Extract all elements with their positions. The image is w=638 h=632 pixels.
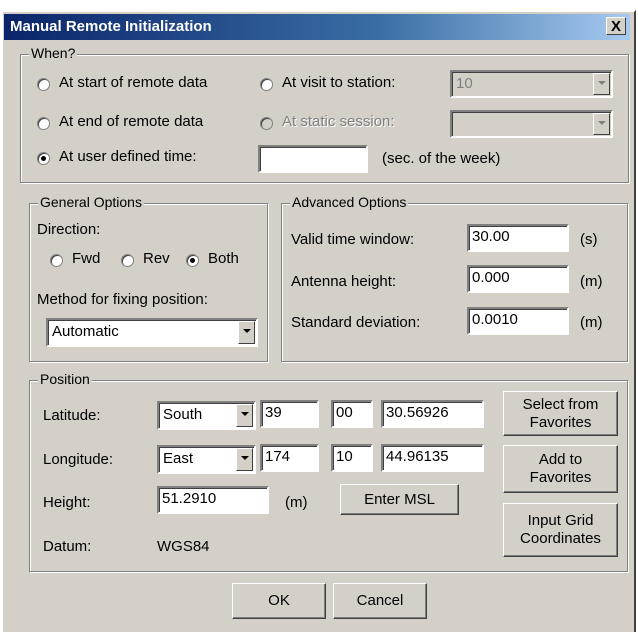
chevron-down-icon[interactable] <box>236 404 253 427</box>
advanced-options-legend: Advanced Options <box>290 194 409 210</box>
datum-value: WGS84 <box>157 538 210 555</box>
chevron-down-icon[interactable] <box>593 73 610 95</box>
valid-window-unit: (s) <box>580 231 598 248</box>
radio-end-remote-label: At end of remote data <box>59 113 204 130</box>
latitude-minutes-input[interactable]: 00 <box>331 400 373 428</box>
stddev-label: Standard deviation: <box>291 314 421 331</box>
chevron-down-icon[interactable] <box>238 321 255 344</box>
method-label: Method for fixing position: <box>37 291 208 308</box>
ok-button[interactable]: OK <box>232 583 326 619</box>
radio-static-session-label: At static session: <box>282 113 395 130</box>
when-legend: When? <box>29 45 78 61</box>
radio-both-label: Both <box>208 250 239 267</box>
latitude-degrees-input[interactable]: 39 <box>260 400 319 428</box>
input-grid-line2: Coordinates <box>520 530 601 547</box>
radio-user-time-label: At user defined time: <box>59 148 197 165</box>
radio-visit-station-label: At visit to station: <box>282 74 396 91</box>
longitude-minutes-input[interactable]: 10 <box>331 444 373 472</box>
longitude-hemisphere-value: East <box>163 450 194 467</box>
input-grid-line1: Input Grid <box>527 512 594 529</box>
latitude-seconds-input[interactable]: 30.56926 <box>381 400 484 428</box>
position-legend: Position <box>38 371 92 387</box>
title-bar[interactable]: Manual Remote Initialization X <box>4 14 630 40</box>
height-unit: (m) <box>285 494 308 511</box>
radio-rev-label: Rev <box>143 250 170 267</box>
longitude-hemisphere-select[interactable]: East <box>157 445 256 474</box>
enter-msl-button[interactable]: Enter MSL <box>340 484 459 515</box>
radio-start-remote-label: At start of remote data <box>59 74 208 91</box>
radio-fwd[interactable] <box>50 254 63 267</box>
method-value: Automatic <box>52 323 119 340</box>
window-title: Manual Remote Initialization <box>10 18 212 35</box>
chevron-down-icon[interactable] <box>593 113 610 135</box>
user-time-input[interactable] <box>258 145 368 173</box>
radio-both[interactable] <box>186 254 199 267</box>
add-to-favorites-button[interactable]: Add to Favorites <box>503 445 618 493</box>
valid-window-label: Valid time window: <box>291 231 415 248</box>
latitude-label: Latitude: <box>43 407 101 424</box>
general-options-legend: General Options <box>38 194 144 210</box>
cancel-button[interactable]: Cancel <box>333 583 427 619</box>
radio-static-session[interactable] <box>260 117 273 130</box>
close-button[interactable]: X <box>606 17 626 35</box>
chevron-down-icon[interactable] <box>236 448 253 471</box>
add-favorites-line2: Favorites <box>529 469 592 486</box>
height-label: Height: <box>43 494 91 511</box>
select-favorites-line1: Select from <box>522 395 599 413</box>
stddev-unit: (m) <box>580 314 603 331</box>
radio-start-remote[interactable] <box>37 78 50 91</box>
antenna-height-input[interactable]: 0.000 <box>467 265 569 293</box>
latitude-hemisphere-value: South <box>163 406 203 423</box>
static-session-select[interactable] <box>450 110 613 138</box>
add-favorites-line1: Add to <box>538 451 583 468</box>
longitude-label: Longitude: <box>43 451 114 468</box>
height-input[interactable]: 51.2910 <box>157 486 269 514</box>
direction-label: Direction: <box>37 221 101 238</box>
latitude-hemisphere-select[interactable]: South <box>157 401 256 430</box>
radio-visit-station[interactable] <box>260 78 273 91</box>
user-time-unit: (sec. of the week) <box>382 150 501 167</box>
antenna-height-label: Antenna height: <box>291 273 397 290</box>
radio-fwd-label: Fwd <box>72 250 101 267</box>
radio-user-time[interactable] <box>37 152 50 165</box>
radio-rev[interactable] <box>121 254 134 267</box>
valid-window-input[interactable]: 30.00 <box>467 224 569 252</box>
radio-end-remote[interactable] <box>37 117 50 130</box>
visit-station-select[interactable]: 10 <box>450 70 613 98</box>
input-grid-coordinates-button[interactable]: Input Grid Coordinates <box>503 503 618 557</box>
longitude-degrees-input[interactable]: 174 <box>260 444 319 472</box>
select-favorites-line2: Favorites <box>529 413 592 431</box>
visit-station-value: 10 <box>456 75 473 92</box>
method-select[interactable]: Automatic <box>46 318 258 347</box>
longitude-seconds-input[interactable]: 44.96135 <box>381 444 484 472</box>
stddev-input[interactable]: 0.0010 <box>467 307 569 335</box>
datum-label: Datum: <box>43 538 92 555</box>
select-from-favorites-button[interactable]: Select from Favorites <box>503 391 618 436</box>
antenna-height-unit: (m) <box>580 273 603 290</box>
